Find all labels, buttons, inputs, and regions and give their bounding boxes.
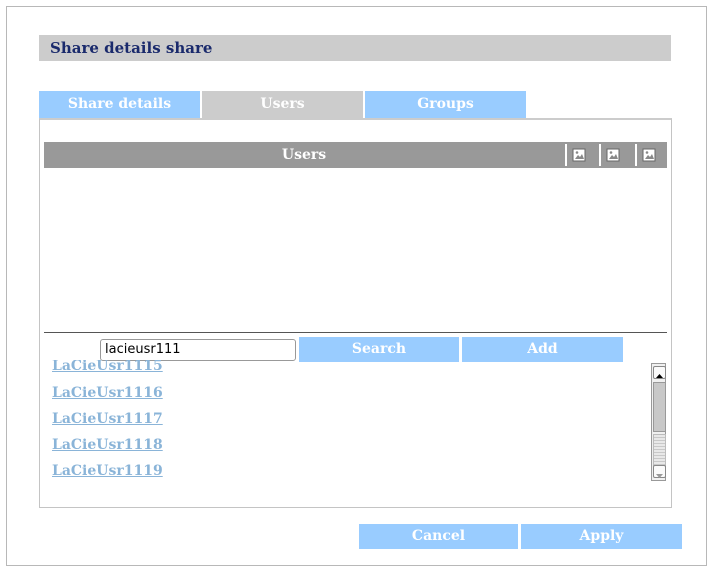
scrollbar-grip — [653, 434, 666, 466]
search-input[interactable]: lacieusr111 — [100, 339, 296, 361]
image-icon[interactable] — [599, 144, 625, 166]
scroll-up-icon[interactable] — [653, 366, 666, 379]
divider — [44, 332, 667, 333]
list-item[interactable]: LaCieUsr1118 — [52, 437, 163, 453]
results-list: LaCieUsr1115 LaCieUsr1116 LaCieUsr1117 L… — [52, 360, 632, 485]
list-item[interactable]: LaCieUsr1117 — [52, 411, 163, 427]
tab-groups[interactable]: Groups — [365, 91, 526, 119]
dialog-title: Share details share — [39, 35, 671, 61]
image-icon[interactable] — [635, 144, 661, 166]
list-item[interactable]: LaCieUsr1115 — [52, 360, 163, 374]
apply-button[interactable]: Apply — [521, 524, 682, 549]
list-item[interactable]: LaCieUsr1119 — [52, 463, 163, 479]
scroll-down-icon[interactable] — [653, 465, 666, 478]
scrollbar-thumb[interactable] — [653, 382, 666, 432]
image-icon[interactable] — [565, 144, 591, 166]
cancel-button[interactable]: Cancel — [359, 524, 518, 549]
users-header-label: Users — [281, 147, 327, 163]
add-button[interactable]: Add — [462, 337, 623, 362]
tab-share-details[interactable]: Share details — [39, 91, 200, 119]
users-header: Users — [44, 142, 667, 168]
list-item[interactable]: LaCieUsr1116 — [52, 385, 163, 401]
results-scrollbar[interactable] — [651, 363, 666, 481]
search-button[interactable]: Search — [299, 337, 459, 362]
tab-users[interactable]: Users — [202, 91, 363, 119]
